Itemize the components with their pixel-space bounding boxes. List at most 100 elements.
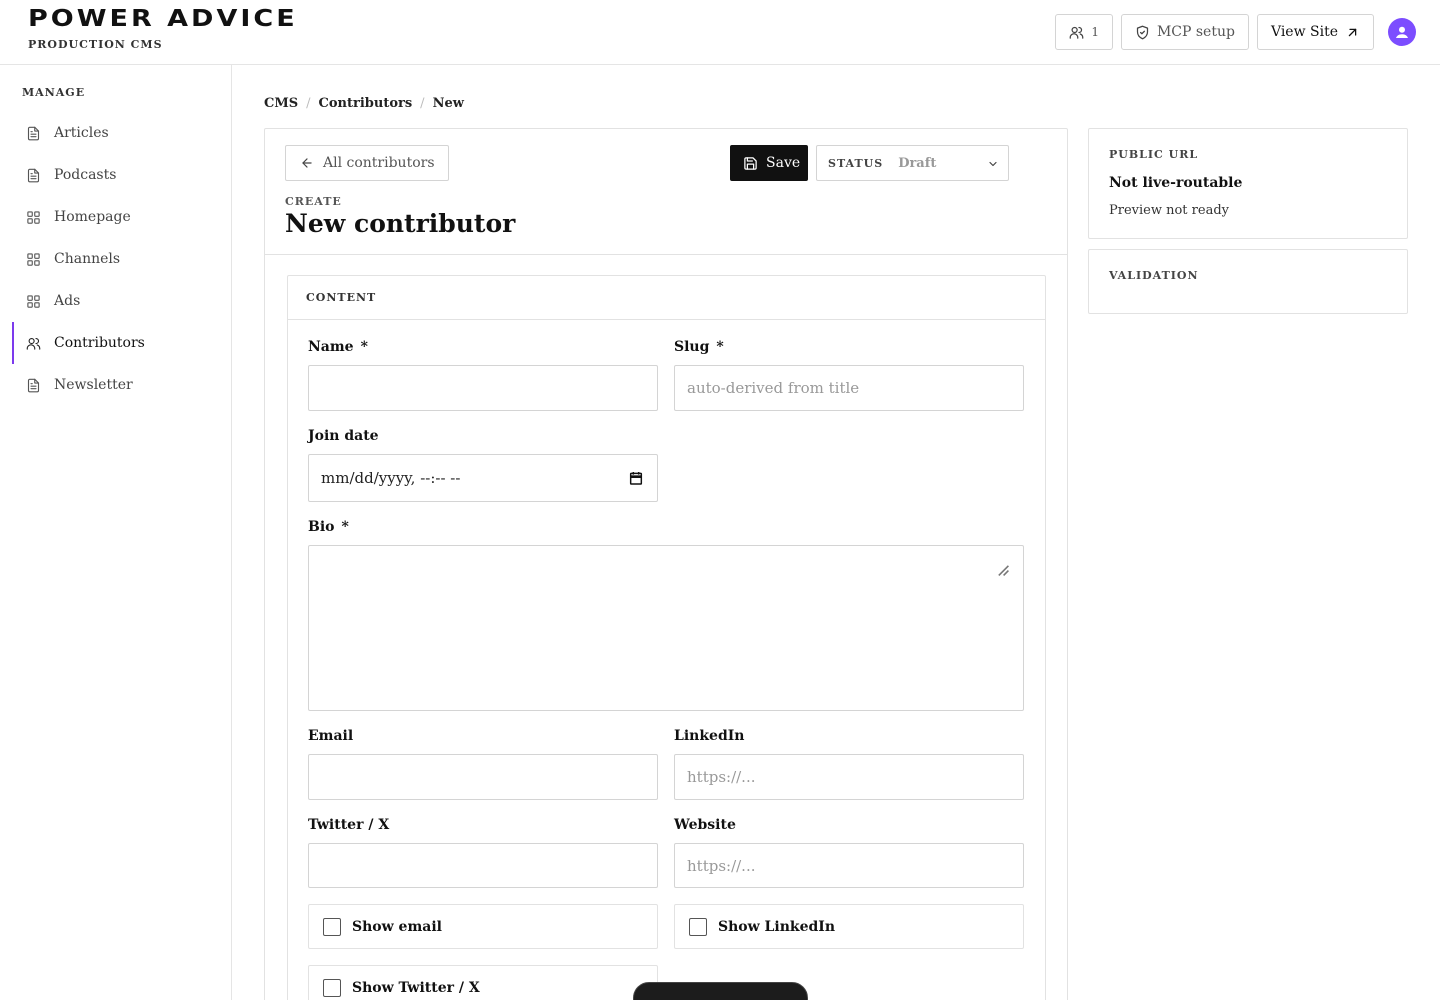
show-twitter-label: Show Twitter / X xyxy=(352,979,480,996)
sidebar-item-label: Channels xyxy=(54,251,121,267)
linkedin-input[interactable]: https://... xyxy=(674,754,1024,800)
create-label: CREATE xyxy=(285,195,342,208)
status-select[interactable]: STATUS Draft xyxy=(816,145,1009,181)
checkbox-box[interactable] xyxy=(689,917,707,936)
users-icon xyxy=(1069,26,1084,39)
sidebar-item-contributors[interactable]: Contributors xyxy=(12,322,220,364)
bio-label-text: Bio xyxy=(308,519,335,535)
chevron-down-icon xyxy=(989,161,997,167)
breadcrumb-cms[interactable]: CMS xyxy=(264,96,298,111)
user-avatar[interactable] xyxy=(1388,18,1416,46)
user-icon xyxy=(1396,26,1408,38)
sidebar-item-homepage[interactable]: Homepage xyxy=(12,196,220,238)
breadcrumb-contributors[interactable]: Contributors xyxy=(319,96,413,111)
breadcrumb-new: New xyxy=(432,96,464,111)
show-email-label: Show email xyxy=(352,918,442,935)
required-marker: * xyxy=(360,339,368,355)
linkedin-label: LinkedIn xyxy=(674,728,745,744)
content-section-title: CONTENT xyxy=(288,276,1045,320)
resize-handle-icon[interactable] xyxy=(994,561,1010,577)
status-value: Draft xyxy=(898,155,937,171)
twitter-input[interactable] xyxy=(308,843,658,888)
slug-label: Slug * xyxy=(674,339,724,355)
join-date-label: Join date xyxy=(308,428,379,444)
sidebar-item-label: Articles xyxy=(54,125,109,141)
show-twitter-checkbox[interactable]: Show Twitter / X xyxy=(308,965,658,1000)
breadcrumb-separator: / xyxy=(306,96,311,111)
sidebar-item-articles[interactable]: Articles xyxy=(12,112,220,154)
document-icon xyxy=(27,126,40,140)
validation-panel: VALIDATION xyxy=(1088,249,1408,314)
breadcrumb: CMS / Contributors / New xyxy=(264,96,464,111)
show-email-checkbox[interactable]: Show email xyxy=(308,904,658,949)
top-actions: 1 MCP setup View Site xyxy=(1055,14,1416,50)
save-label: Save xyxy=(766,155,801,171)
public-url-title: PUBLIC URL xyxy=(1109,148,1199,161)
online-users-button[interactable]: 1 xyxy=(1055,14,1113,50)
floating-toolbar[interactable] xyxy=(633,982,808,1000)
name-input[interactable] xyxy=(308,365,658,411)
grid-icon xyxy=(27,210,40,224)
brand-subtitle: PRODUCTION CMS xyxy=(28,38,163,51)
email-label: Email xyxy=(308,728,354,744)
users-icon xyxy=(26,337,41,350)
sidebar-item-label: Homepage xyxy=(54,209,131,225)
website-input[interactable]: https://... xyxy=(674,843,1024,888)
grid-icon xyxy=(27,252,40,266)
join-date-input[interactable]: mm/dd/yyyy, --:-- -- xyxy=(308,454,658,502)
required-marker: * xyxy=(716,339,724,355)
join-date-placeholder: mm/dd/yyyy, --:-- -- xyxy=(321,469,461,487)
save-icon xyxy=(744,156,757,170)
save-button[interactable]: Save xyxy=(730,145,808,181)
sidebar-nav: Articles Podcasts Homepage Channels Ads … xyxy=(12,112,220,406)
name-label: Name * xyxy=(308,339,368,355)
all-contributors-button[interactable]: All contributors xyxy=(285,145,449,181)
bio-label: Bio * xyxy=(308,519,349,535)
public-url-note: Preview not ready xyxy=(1109,203,1229,218)
validation-title: VALIDATION xyxy=(1109,269,1199,282)
website-label: Website xyxy=(674,817,736,833)
sidebar-heading: MANAGE xyxy=(22,86,86,99)
breadcrumb-separator: / xyxy=(420,96,425,111)
view-site-button[interactable]: View Site xyxy=(1256,14,1374,50)
required-marker: * xyxy=(341,519,349,535)
mcp-setup-button[interactable]: MCP setup xyxy=(1120,14,1249,50)
content-section: CONTENT Name * Slug * auto-derived from ti… xyxy=(287,275,1046,1000)
brand[interactable]: POWER ADVICE PRODUCTION CMS xyxy=(28,5,298,51)
editor-card: All contributors Save STATUS Draft CREAT… xyxy=(264,128,1068,1000)
sidebar-item-podcasts[interactable]: Podcasts xyxy=(12,154,220,196)
status-label: STATUS xyxy=(828,156,884,170)
slug-input[interactable]: auto-derived from title xyxy=(674,365,1024,411)
linkedin-placeholder: https://... xyxy=(687,768,756,786)
brand-logo: POWER ADVICE xyxy=(28,5,298,32)
sidebar-item-ads[interactable]: Ads xyxy=(12,280,220,322)
bio-textarea[interactable] xyxy=(308,545,1024,711)
arrow-left-icon xyxy=(302,158,312,168)
show-linkedin-checkbox[interactable]: Show LinkedIn xyxy=(674,904,1024,949)
sidebar-item-label: Contributors xyxy=(54,335,145,351)
calendar-icon[interactable] xyxy=(628,470,644,486)
sidebar: MANAGE Articles Podcasts Homepage Channe… xyxy=(0,65,232,1000)
editor-header: All contributors Save STATUS Draft CREAT… xyxy=(265,129,1067,255)
show-linkedin-label: Show LinkedIn xyxy=(718,918,836,935)
sidebar-item-channels[interactable]: Channels xyxy=(12,238,220,280)
view-site-label: View Site xyxy=(1270,24,1338,40)
shield-check-icon xyxy=(1136,25,1149,39)
slug-label-text: Slug xyxy=(674,339,710,355)
public-url-panel: PUBLIC URL Not live-routable Preview not… xyxy=(1088,128,1408,239)
checkbox-box[interactable] xyxy=(323,978,341,997)
sidebar-item-label: Podcasts xyxy=(54,167,117,183)
document-icon xyxy=(27,378,40,392)
twitter-label: Twitter / X xyxy=(308,817,390,833)
checkbox-box[interactable] xyxy=(323,917,341,936)
name-label-text: Name xyxy=(308,339,354,355)
slug-placeholder: auto-derived from title xyxy=(687,379,860,397)
mcp-setup-label: MCP setup xyxy=(1156,24,1235,40)
page-title: New contributor xyxy=(285,209,516,238)
sidebar-item-label: Ads xyxy=(54,293,81,309)
external-link-icon xyxy=(1348,28,1357,36)
email-input[interactable] xyxy=(308,754,658,800)
online-users-count: 1 xyxy=(1091,25,1099,39)
top-bar: POWER ADVICE PRODUCTION CMS 1 MCP setup … xyxy=(0,0,1440,65)
sidebar-item-newsletter[interactable]: Newsletter xyxy=(12,364,220,406)
